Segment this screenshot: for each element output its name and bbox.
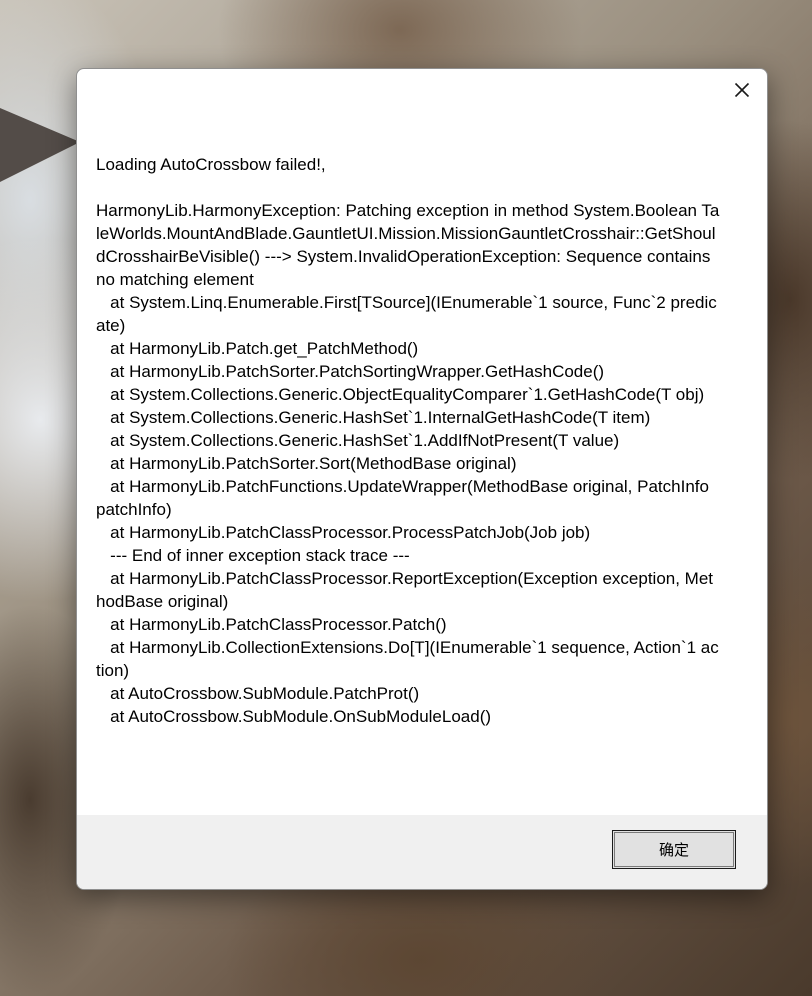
message-body: HarmonyLib.HarmonyException: Patching ex…: [96, 201, 720, 726]
message-title: Loading AutoCrossbow failed!,: [96, 155, 326, 174]
dialog-footer: 确定: [77, 815, 767, 889]
error-message: Loading AutoCrossbow failed!, HarmonyLib…: [96, 153, 721, 728]
close-icon: [734, 82, 750, 98]
error-dialog: Loading AutoCrossbow failed!, HarmonyLib…: [76, 68, 768, 890]
close-button[interactable]: [717, 69, 767, 111]
ok-button[interactable]: 确定: [612, 830, 736, 869]
background-artwork: [0, 108, 80, 182]
